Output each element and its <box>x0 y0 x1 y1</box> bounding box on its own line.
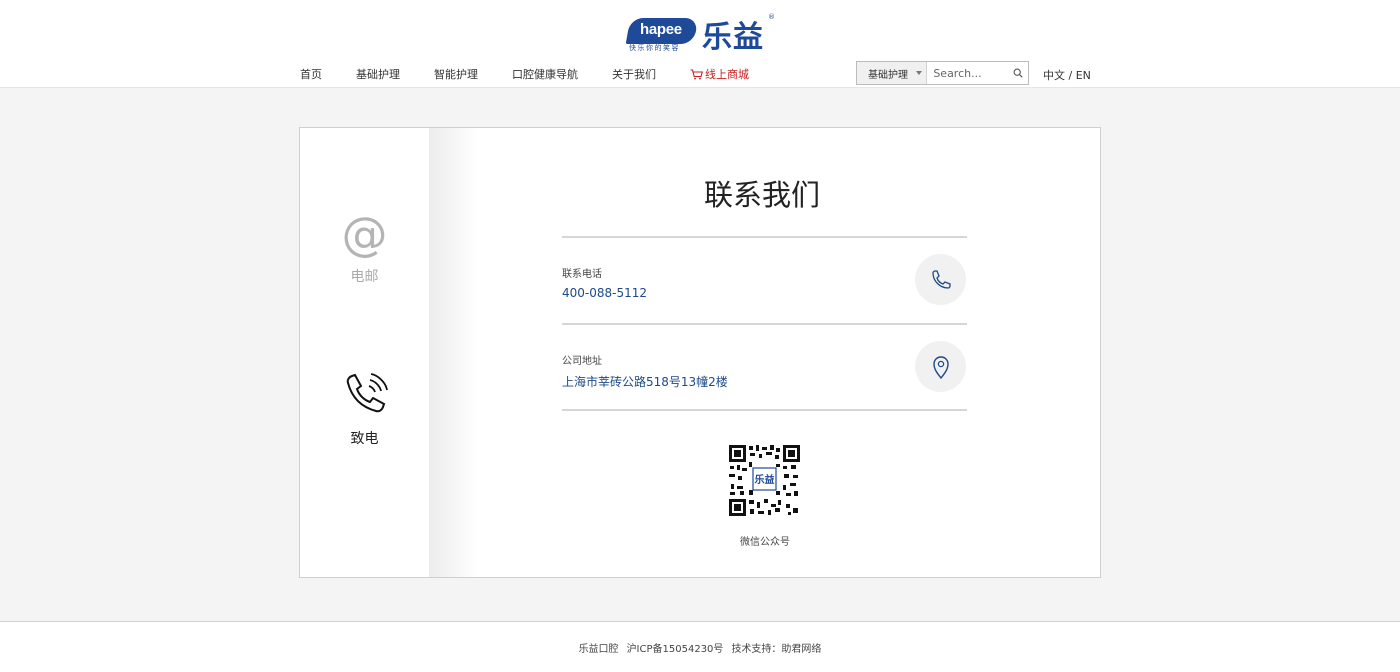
footer-icp[interactable]: 沪ICP备15054230号 <box>627 644 724 655</box>
phone-label: 联系电话 <box>562 269 602 280</box>
sidebar-item-email-label: 电邮 <box>350 269 379 285</box>
at-icon: @ <box>341 207 388 261</box>
contact-panel: @ 电邮 致电 联系我们 联系电话 400-088-5112 公司地址 上海市莘… <box>299 127 1101 578</box>
cart-icon <box>690 68 703 79</box>
footer-support[interactable]: 技术支持：助君网络 <box>731 644 821 655</box>
logo-slogan: 快乐你的笑容 <box>629 44 680 52</box>
divider <box>562 409 967 411</box>
location-button[interactable] <box>915 341 966 392</box>
nav-item-about-us[interactable]: 关于我们 <box>612 66 656 82</box>
main-nav: 首页 基础护理 智能护理 口腔健康导航 关于我们 线上商城 <box>300 62 783 86</box>
sidebar-item-call-label: 致电 <box>350 431 379 447</box>
qr-label: 微信公众号 <box>740 537 790 548</box>
sidebar-shadow <box>429 128 479 577</box>
svg-text:乐益: 乐益 <box>755 473 775 486</box>
chevron-down-icon <box>916 71 922 75</box>
logo-text-en: hapee <box>640 21 682 38</box>
phone-button[interactable] <box>915 254 966 305</box>
search-button[interactable] <box>1007 62 1028 84</box>
nav-item-smart-care[interactable]: 智能护理 <box>434 66 478 82</box>
footer-brand: 乐益口腔 <box>578 644 619 655</box>
search-box: 基础护理 <box>856 61 1029 85</box>
search-input[interactable] <box>927 62 1008 84</box>
sidebar-item-email[interactable]: @ 电邮 <box>300 208 429 286</box>
search-category-label: 基础护理 <box>868 69 908 81</box>
shop-label: 线上商城 <box>705 68 749 81</box>
search-category-select[interactable]: 基础护理 <box>857 62 928 84</box>
nav-item-home[interactable]: 首页 <box>300 66 322 82</box>
brand-logo[interactable]: hapee 乐益 ® 快乐你的笑容 <box>625 13 778 55</box>
phone-ring-icon <box>346 373 388 413</box>
contact-sidebar: @ 电邮 致电 <box>300 128 429 577</box>
divider <box>562 323 967 325</box>
sidebar-item-call[interactable]: 致电 <box>300 368 429 448</box>
language-switch[interactable]: 中文 / EN <box>1043 67 1091 83</box>
location-pin-icon <box>932 355 949 379</box>
address-label: 公司地址 <box>562 356 602 367</box>
search-icon <box>1013 68 1023 78</box>
nav-item-online-shop[interactable]: 线上商城 <box>690 66 749 82</box>
logo-registered-mark: ® <box>768 13 775 21</box>
qr-code: 乐益 <box>728 444 801 517</box>
logo-text-cn: 乐益 <box>702 20 764 55</box>
address-value[interactable]: 上海市莘砖公路518号13幢2楼 <box>562 373 728 390</box>
page-title: 联系我们 <box>703 178 820 212</box>
divider <box>562 236 967 238</box>
phone-icon <box>931 269 951 289</box>
nav-item-basic-care[interactable]: 基础护理 <box>356 66 400 82</box>
phone-value[interactable]: 400-088-5112 <box>562 286 647 300</box>
site-header: hapee 乐益 ® 快乐你的笑容 首页 基础护理 智能护理 口腔健康导航 关于… <box>0 0 1400 88</box>
nav-item-oral-health-guide[interactable]: 口腔健康导航 <box>512 66 578 82</box>
site-footer: 乐益口腔 沪ICP备15054230号 技术支持：助君网络 <box>0 621 1400 672</box>
